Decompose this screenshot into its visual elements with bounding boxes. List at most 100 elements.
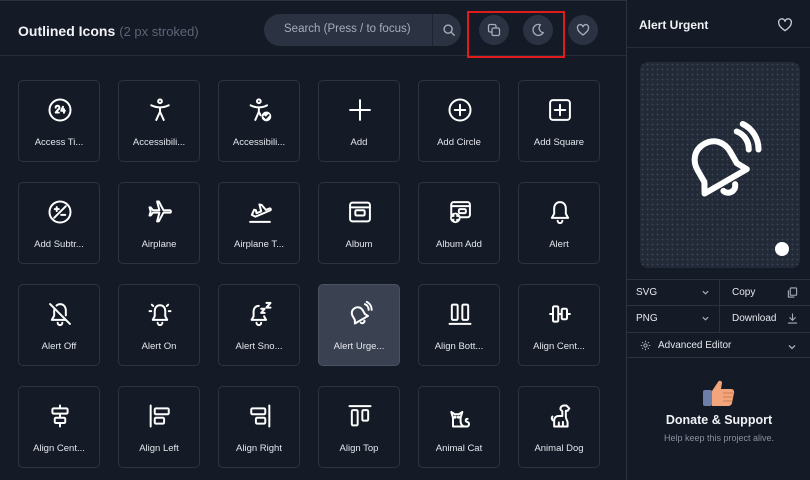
add-circle-icon <box>448 98 472 122</box>
detail-header: Alert Urgent <box>627 4 810 48</box>
align-right-icon <box>250 404 271 428</box>
download-icon <box>787 313 798 324</box>
advanced-editor-toggle[interactable]: Advanced Editor <box>627 332 810 358</box>
copy-label: Copy <box>732 287 756 298</box>
alert-urgent-icon <box>350 300 373 325</box>
icon-tile[interactable]: Alert Off <box>18 284 100 366</box>
add-icon <box>349 99 371 121</box>
icon-tile-label: Align Right <box>236 443 282 454</box>
chevron-down-icon <box>702 290 709 295</box>
icon-tile-label: Add Subtr... <box>34 239 84 250</box>
accessibility-icon <box>150 98 170 121</box>
icon-tile-label: Accessibili... <box>132 137 186 148</box>
format-svg-label: SVG <box>636 287 658 298</box>
alert-off-icon <box>49 303 71 327</box>
favorites-button[interactable] <box>568 15 598 45</box>
icon-tile[interactable]: Align Right <box>218 386 300 468</box>
icon-tile[interactable]: Add Subtr... <box>18 182 100 264</box>
icon-tile[interactable]: Add Square <box>518 80 600 162</box>
animal-dog-icon <box>550 404 571 428</box>
page-title-text: Outlined Icons <box>18 23 116 39</box>
icon-tile-label: Album Add <box>436 239 482 250</box>
add-square-icon <box>549 99 571 121</box>
icon-tile[interactable]: Access Ti... <box>18 80 100 162</box>
align-center-vertical-icon <box>549 305 571 323</box>
detail-title: Alert Urgent <box>639 18 709 32</box>
icon-tile-label: Access Ti... <box>34 137 84 148</box>
icon-tile[interactable]: Align Bott... <box>418 284 500 366</box>
format-select-svg[interactable]: SVG <box>627 280 719 306</box>
icon-tile-label: Alert <box>549 239 569 250</box>
icon-tile[interactable]: Alert <box>518 182 600 264</box>
icon-preview <box>640 62 800 268</box>
icon-tile-label: Align Left <box>139 443 179 454</box>
header: Outlined Icons (2 px stroked) Search (Pre… <box>0 4 626 58</box>
icon-tile-label: Align Bott... <box>434 341 484 352</box>
donate-section[interactable]: Donate & Support Help keep this project … <box>627 370 810 460</box>
main-area: Outlined Icons (2 px stroked) Search (Pre… <box>0 0 626 480</box>
icon-tile[interactable]: Accessibili... <box>218 80 300 162</box>
icon-tile-label: Alert On <box>141 341 177 352</box>
icon-tile-label: Alert Urge... <box>333 341 385 352</box>
align-center-horizontal-icon <box>51 404 69 428</box>
icon-tile[interactable]: Alert Urge... <box>318 284 400 366</box>
icon-tile-label: Album <box>345 239 373 250</box>
icon-tile[interactable]: Airplane <box>118 182 200 264</box>
gear-icon <box>640 340 651 351</box>
format-png-label: PNG <box>636 313 658 324</box>
icon-tile-label: Add <box>350 137 368 148</box>
detail-panel: Alert Urgent SVG Copy PNG Download Advan… <box>626 0 810 480</box>
icon-tile-label: Accessibili... <box>232 137 286 148</box>
icon-tile[interactable]: Animal Dog <box>518 386 600 468</box>
donate-subtitle: Help keep this project alive. <box>663 433 775 443</box>
album-add-icon <box>450 201 471 224</box>
icon-tile[interactable]: Album Add <box>418 182 500 264</box>
icon-tile[interactable]: Alert Sno... <box>218 284 300 366</box>
icon-tile-label: Add Square <box>533 137 585 148</box>
icon-tile[interactable]: Align Top <box>318 386 400 468</box>
icon-tile-label: Add Circle <box>437 137 481 148</box>
chevron-down-icon <box>702 316 709 321</box>
icon-tile-label: Airplane <box>141 239 177 250</box>
icon-tile-label: Animal Cat <box>435 443 483 454</box>
search-icon[interactable] <box>442 23 456 37</box>
icon-tile-label: Animal Dog <box>534 443 584 454</box>
icon-tile[interactable]: Alert On <box>118 284 200 366</box>
icon-tile[interactable]: Animal Cat <box>418 386 500 468</box>
alert-on-icon <box>148 303 172 327</box>
export-row-svg: SVG Copy <box>627 279 810 306</box>
alert-urgent-preview-icon <box>691 121 762 197</box>
icon-tile[interactable]: Align Left <box>118 386 200 468</box>
icon-tile-label: Airplane T... <box>234 239 284 250</box>
page-subtitle: (2 px stroked) <box>119 24 199 39</box>
airplane-icon <box>148 200 172 223</box>
icon-tile[interactable]: Album <box>318 182 400 264</box>
preview-color-toggle[interactable] <box>775 242 789 256</box>
download-button[interactable]: Download <box>720 306 810 332</box>
icon-tile[interactable]: Accessibili... <box>118 80 200 162</box>
chevron-down-icon <box>788 345 796 350</box>
icon-tile-label: Align Cent... <box>533 341 585 352</box>
search-input[interactable]: Search (Press / to focus) <box>264 14 461 46</box>
align-top-icon <box>348 405 372 427</box>
icon-tile[interactable]: Add <box>318 80 400 162</box>
advanced-editor-label: Advanced Editor <box>658 340 732 351</box>
icon-tile-label: Align Cent... <box>33 443 85 454</box>
icon-tile[interactable]: Airplane T... <box>218 182 300 264</box>
thumbs-up-icon <box>703 380 735 406</box>
alert-snooze-icon <box>250 301 272 327</box>
icon-tile-label: Alert Off <box>41 341 77 352</box>
heart-icon <box>576 23 590 36</box>
format-select-png[interactable]: PNG <box>627 306 719 332</box>
icon-tile[interactable]: Align Cent... <box>18 386 100 468</box>
search-placeholder: Search (Press / to focus) <box>284 23 411 35</box>
export-row-png: PNG Download <box>627 305 810 332</box>
align-left-icon <box>149 404 170 428</box>
icon-tile[interactable]: Align Cent... <box>518 284 600 366</box>
highlight-box <box>467 11 565 58</box>
favorite-heart-icon[interactable] <box>777 17 793 33</box>
icon-tile[interactable]: Add Circle <box>418 80 500 162</box>
icon-grid: Access Ti... Accessibili... Accessibili...… <box>18 80 608 480</box>
copy-button[interactable]: Copy <box>720 280 810 306</box>
align-bottom-icon <box>448 303 472 325</box>
